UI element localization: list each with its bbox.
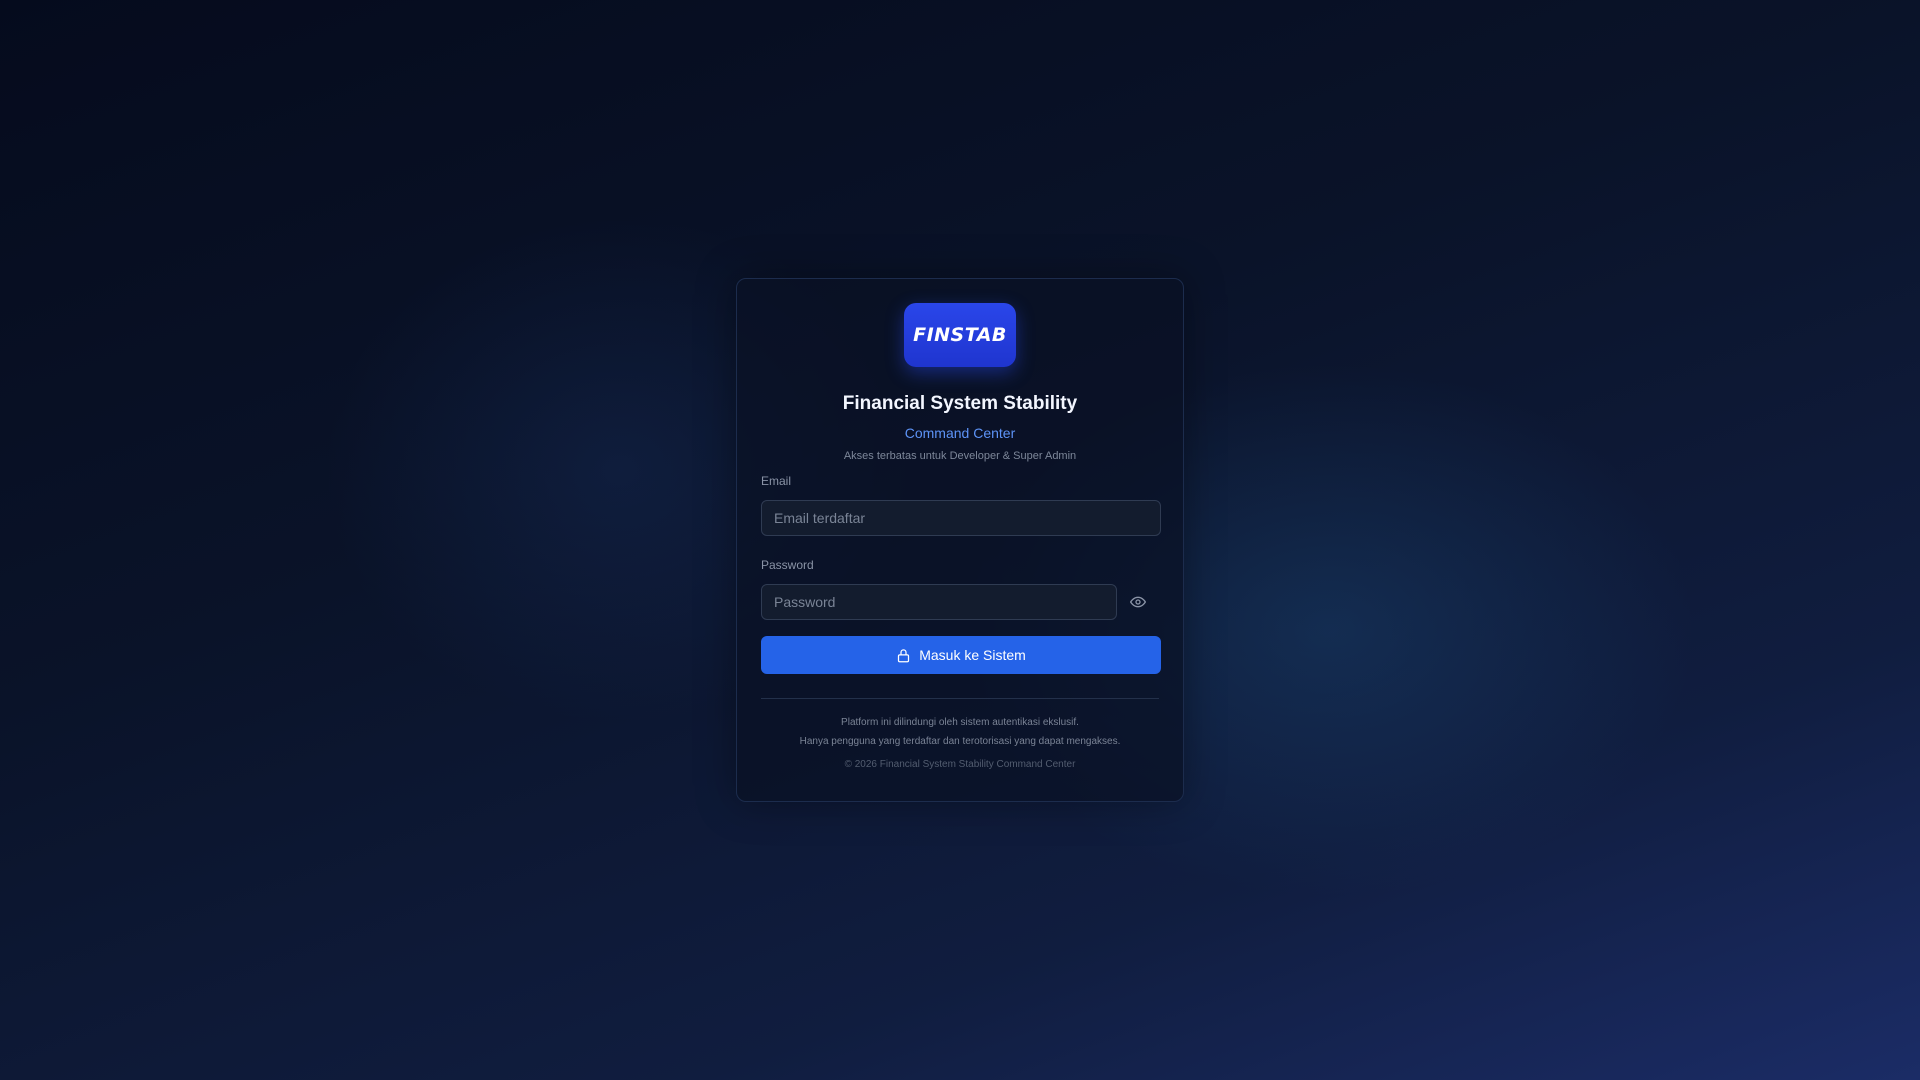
page-subtitle: Command Center	[904, 425, 1016, 441]
password-row	[761, 584, 1159, 620]
email-label: Email	[761, 474, 792, 488]
eye-icon	[1130, 596, 1147, 608]
password-field[interactable]	[761, 584, 1118, 620]
finstab-logo: FINSTAB	[904, 303, 1016, 367]
footer-line-2: Hanya pengguna yang terdaftar dan teroto…	[799, 736, 1121, 747]
copyright: © 2026 Financial System Stability Comman…	[844, 759, 1076, 770]
page-title: Financial System Stability	[842, 393, 1078, 414]
email-field[interactable]	[761, 500, 1161, 536]
access-note: Akses terbatas untuk Developer & Super A…	[843, 450, 1077, 462]
login-button[interactable]: Masuk ke Sistem	[761, 636, 1161, 674]
password-label: Password	[761, 558, 814, 572]
show-password-toggle[interactable]	[1117, 584, 1159, 620]
lock-icon	[898, 648, 910, 662]
logo-text: FINSTAB	[913, 324, 1007, 346]
login-card: FINSTAB Financial System Stability Comma…	[736, 278, 1184, 802]
footer-line-1: Platform ini dilindungi oleh sistem aute…	[841, 717, 1079, 728]
divider	[761, 698, 1159, 699]
login-button-label: Masuk ke Sistem	[919, 647, 1026, 663]
